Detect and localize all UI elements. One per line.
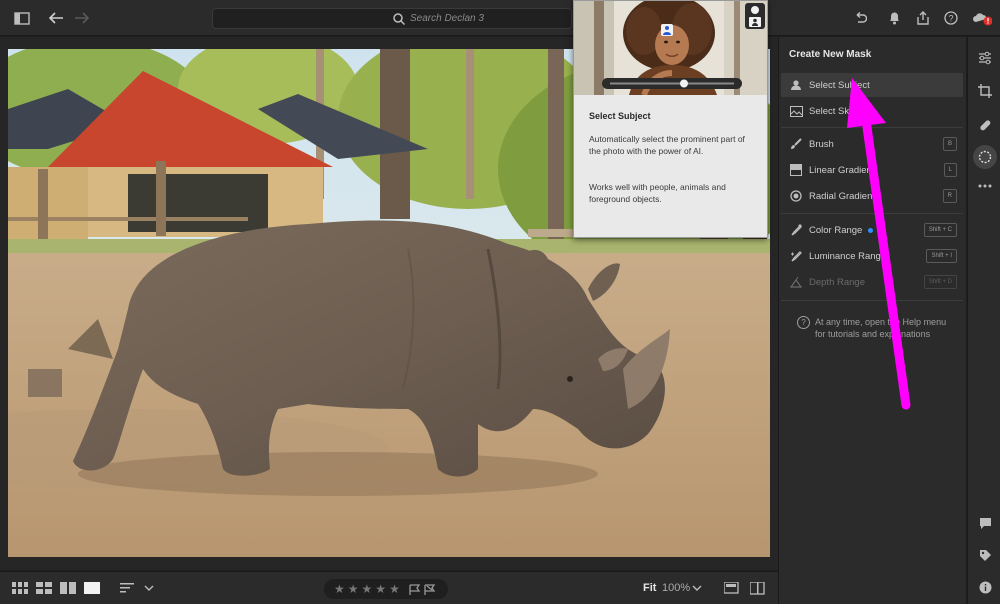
help-hint: ? At any time, open the Help menu for tu…	[797, 316, 959, 340]
share-icon[interactable]	[913, 8, 933, 28]
split-view-icon[interactable]	[750, 582, 766, 595]
shortcut-badge: L	[943, 163, 957, 177]
grid-small-view-icon[interactable]	[12, 582, 28, 595]
mask-option-depth-range[interactable]: Depth Range Shift + D	[781, 270, 963, 294]
mask-option-label: Color Range	[809, 224, 863, 236]
help-text: At any time, open the Help menu for tuto…	[815, 317, 947, 339]
chevron-down-icon[interactable]	[143, 582, 159, 595]
shortcut-badge: R	[942, 189, 957, 203]
divider	[781, 127, 963, 128]
select-subject-tooltip: Select Subject Automatically select the …	[573, 0, 768, 238]
flag-pick-icon[interactable]	[409, 583, 421, 595]
zoom-level[interactable]: 100%	[662, 582, 690, 594]
mask-option-label: Brush	[809, 138, 834, 150]
info-icon[interactable]	[976, 578, 994, 596]
zoom-chevron-down-icon[interactable]	[691, 582, 707, 595]
bottom-toolbar: ★ ★ ★ ★ ★ Fit 100%	[0, 571, 778, 604]
question-icon: ?	[797, 316, 810, 329]
eyedropper-icon	[789, 223, 803, 237]
divider	[781, 300, 963, 301]
depth-icon	[789, 275, 803, 289]
mask-option-label: Select Sky	[809, 105, 854, 117]
sky-icon	[789, 104, 803, 118]
mask-option-label: Linear Gradient	[809, 164, 875, 176]
mask-option-linear-gradient[interactable]: Linear Gradient L	[781, 158, 963, 182]
mask-option-label: Depth Range	[809, 276, 865, 288]
mask-option-label: Luminance Range	[809, 250, 887, 262]
forward-arrow-icon[interactable]	[72, 8, 92, 28]
tooltip-title: Select Subject	[589, 111, 651, 121]
grid-view-icon[interactable]	[36, 582, 52, 595]
linear-gradient-icon	[789, 163, 803, 177]
search-icon	[393, 12, 405, 25]
masking-panel: Create New Mask Select Subject Select Sk…	[778, 37, 966, 604]
shortcut-badge: Shift + C	[923, 223, 957, 237]
mask-option-select-sky[interactable]: Select Sky	[781, 99, 963, 123]
healing-bandage-icon[interactable]	[976, 116, 994, 134]
cloud-sync-icon[interactable]	[972, 8, 992, 28]
before-after-icon[interactable]	[724, 582, 740, 595]
mask-option-label: Radial Gradient	[809, 190, 876, 202]
star-rating[interactable]: ★ ★ ★ ★ ★	[324, 579, 448, 599]
mask-option-color-range[interactable]: Color Range Shift + C	[781, 218, 963, 242]
top-toolbar: Search Declan 3 ?	[0, 0, 1000, 36]
help-icon[interactable]: ?	[941, 8, 961, 28]
lightroom-window: Search Declan 3 ? ★ ★ ★ ★ ★ Fit 100% Cre…	[0, 0, 1000, 604]
mask-option-label: Select Subject	[809, 79, 870, 91]
shortcut-badge: Shift + D	[923, 275, 957, 289]
back-arrow-icon[interactable]	[46, 8, 66, 28]
detail-view-icon[interactable]	[84, 582, 100, 595]
mask-option-select-subject[interactable]: Select Subject	[781, 73, 963, 97]
star-1[interactable]: ★	[334, 582, 345, 596]
comment-icon[interactable]	[976, 514, 994, 532]
compare-view-icon[interactable]	[60, 582, 76, 595]
undo-icon[interactable]	[850, 8, 870, 28]
fit-label[interactable]: Fit	[643, 582, 656, 594]
new-feature-dot	[868, 227, 874, 233]
panel-toggle-icon[interactable]	[12, 8, 32, 28]
shortcut-badge: B	[942, 137, 957, 151]
masking-icon[interactable]	[973, 145, 997, 169]
search-input[interactable]: Search Declan 3	[410, 13, 484, 24]
tooltip-example-photo	[574, 1, 767, 95]
bell-icon[interactable]	[884, 8, 904, 28]
brush-icon	[789, 137, 803, 151]
sort-icon[interactable]	[120, 582, 136, 595]
tooltip-description: Automatically select the prominent part …	[589, 134, 745, 156]
radial-gradient-icon	[789, 189, 803, 203]
tooltip-note: Works well with people, animals and fore…	[589, 182, 726, 204]
star-5[interactable]: ★	[389, 582, 400, 596]
mask-option-radial-gradient[interactable]: Radial Gradient R	[781, 184, 963, 208]
flag-reject-icon[interactable]	[424, 583, 436, 595]
search-field[interactable]: Search Declan 3	[212, 8, 572, 29]
crop-icon[interactable]	[976, 82, 994, 100]
person-icon	[789, 78, 803, 92]
star-3[interactable]: ★	[362, 582, 373, 596]
tag-icon[interactable]	[976, 546, 994, 564]
edit-sliders-icon[interactable]	[976, 49, 994, 67]
divider	[781, 213, 963, 214]
star-2[interactable]: ★	[348, 582, 359, 596]
mask-option-brush[interactable]: Brush B	[781, 132, 963, 156]
star-4[interactable]: ★	[375, 582, 386, 596]
panel-title: Create New Mask	[789, 49, 872, 60]
luminance-icon	[789, 249, 803, 263]
edit-toolstrip	[967, 37, 1000, 604]
mask-option-luminance-range[interactable]: Luminance Range Shift + I	[781, 244, 963, 268]
svg-text:?: ?	[948, 14, 953, 24]
shortcut-badge: Shift + I	[926, 249, 957, 263]
more-options-icon[interactable]	[976, 177, 994, 195]
